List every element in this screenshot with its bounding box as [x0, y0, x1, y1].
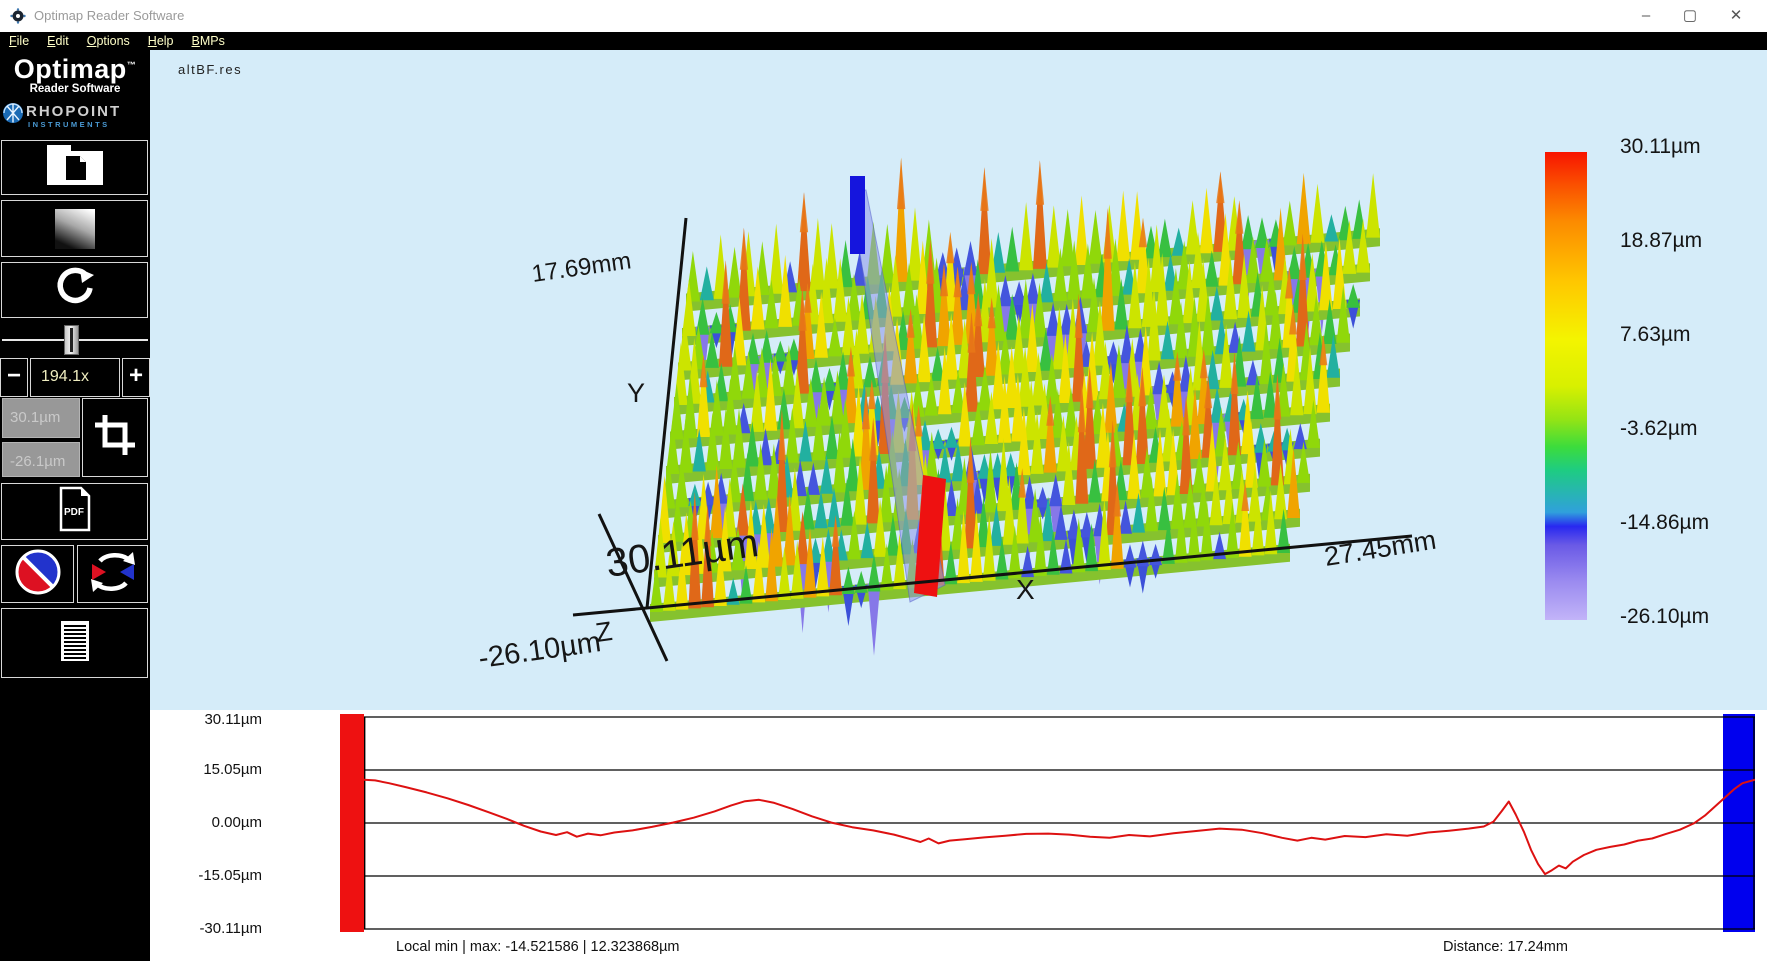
colorbar-tick: 30.11µm: [1620, 135, 1701, 161]
window-title: Optimap Reader Software: [34, 8, 184, 23]
profile-ytick: -30.11µm: [150, 920, 262, 938]
pdf-export-button[interactable]: PDF: [1, 483, 148, 540]
reset-view-button[interactable]: [1, 262, 148, 318]
rhopoint-logo: RHOPOINT INSTRUMENTS: [0, 100, 150, 134]
colorbar-tick: 7.63µm: [1620, 323, 1690, 349]
menu-item-help[interactable]: Help: [139, 32, 183, 50]
zoom-out-button[interactable]: −: [0, 358, 28, 397]
maximize-button[interactable]: ▢: [1673, 0, 1707, 32]
rhopoint-globe-icon: [2, 102, 24, 124]
z-axis-min-label: -26.10µm: [477, 626, 603, 675]
colorbar-tick: 18.87µm: [1620, 229, 1702, 255]
profile-ytick: 30.11µm: [150, 711, 262, 729]
colorbar-tick: -3.62µm: [1620, 417, 1697, 443]
zoom-level-display: 194.1x: [30, 358, 120, 397]
menu-bar: FileEditOptionsHelpBMPs: [0, 32, 1767, 50]
pdf-icon-label: PDF: [64, 507, 84, 518]
loaded-filename: altBF.res: [178, 62, 242, 77]
title-bar: Optimap Reader Software – ▢ ✕: [0, 0, 1767, 32]
x-axis-letter: X: [1016, 574, 1035, 605]
scale-max-button[interactable]: 30.1µm: [2, 398, 80, 438]
rhopoint-subname: INSTRUMENTS: [28, 120, 110, 129]
grayscale-view-button[interactable]: [1, 200, 148, 257]
menu-item-edit[interactable]: Edit: [38, 32, 78, 50]
colorbar-tick: -14.86µm: [1620, 511, 1709, 537]
pdf-icon: PDF: [55, 485, 95, 538]
brand-tm: ™: [127, 60, 137, 70]
profile-panel: 30.11µm 15.05µm 0.00µm -15.05µm -30.11µm Loc…: [150, 710, 1767, 961]
surface-plot-3d[interactable]: 17.69mmY30.11µmZ-26.10µmX27.45mm: [150, 50, 1767, 710]
colorbar-tick: -26.10µm: [1620, 605, 1709, 631]
report-icon: [60, 620, 90, 667]
app-window: Optimap Reader Software – ▢ ✕ FileEditOp…: [0, 0, 1767, 961]
open-file-button[interactable]: [1, 140, 148, 195]
scale-min-button[interactable]: -26.1µm: [2, 442, 80, 477]
local-minmax-status: Local min | max: -14.521586 | 12.323868µ…: [396, 939, 680, 955]
profile-line: [364, 780, 1755, 874]
menu-item-options[interactable]: Options: [78, 32, 139, 50]
x-axis-length-label: 27.45mm: [1322, 525, 1438, 572]
colorbar: [1545, 152, 1587, 620]
crop-icon: [93, 413, 137, 462]
report-button[interactable]: [1, 608, 148, 678]
rotate-icon: [52, 266, 98, 315]
gradient-icon: [55, 209, 95, 249]
menu-item-bmps[interactable]: BMPs: [183, 32, 234, 50]
profile-ytick: 15.05µm: [150, 761, 262, 779]
surface-mesh: [650, 158, 1380, 656]
profile-ytick: -15.05µm: [150, 867, 262, 885]
brand-name: Optimap™: [0, 54, 150, 85]
app-icon: [10, 8, 26, 24]
minimize-button[interactable]: –: [1629, 0, 1663, 32]
disable-colors-button[interactable]: [1, 545, 74, 603]
zoom-in-button[interactable]: +: [122, 358, 150, 397]
profile-chart[interactable]: [364, 716, 1755, 930]
height-scale-slider[interactable]: [0, 325, 150, 355]
distance-status: Distance: 17.24mm: [1443, 939, 1568, 955]
no-color-icon: [14, 548, 62, 601]
swap-colors-button[interactable]: [77, 545, 148, 603]
brand-block: Optimap™ Reader Software: [0, 54, 150, 95]
section-marker-end-3d[interactable]: [850, 176, 865, 254]
close-button[interactable]: ✕: [1719, 0, 1753, 32]
swap-colors-icon: [86, 549, 140, 600]
surface-view-panel: 17.69mmY30.11µmZ-26.10µmX27.45mm altBF.r…: [150, 50, 1767, 710]
y-axis-letter: Y: [627, 378, 645, 408]
menu-item-file[interactable]: File: [0, 32, 38, 50]
y-axis-length-label: 17.69mm: [530, 247, 633, 288]
rhopoint-name: RHOPOINT: [26, 103, 121, 120]
folder-open-icon: [44, 143, 106, 192]
zoom-controls: − 194.1x +: [0, 358, 150, 397]
sidebar: Optimap™ Reader Software RHOPOINT INSTRU…: [0, 50, 150, 961]
profile-ytick: 0.00µm: [150, 814, 262, 832]
profile-marker-start[interactable]: [340, 714, 364, 932]
slider-handle[interactable]: [64, 325, 79, 355]
crop-button[interactable]: [82, 398, 148, 477]
